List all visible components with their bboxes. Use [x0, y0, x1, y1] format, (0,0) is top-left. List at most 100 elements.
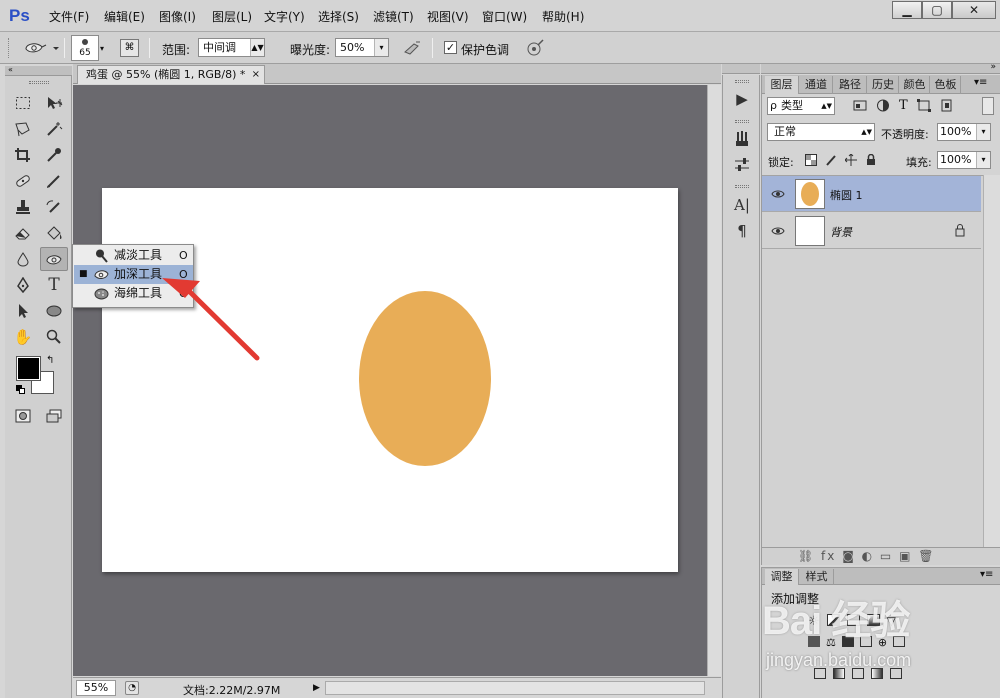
quick-mask-button[interactable] — [9, 404, 37, 428]
pen-tool[interactable] — [9, 273, 37, 297]
move-tool[interactable] — [40, 91, 68, 115]
vertical-scrollbar[interactable] — [707, 85, 721, 676]
menu-help[interactable]: 帮助(H) — [542, 8, 584, 25]
default-colors-icon[interactable] — [16, 385, 26, 395]
brush-size-picker[interactable]: 65 — [71, 35, 99, 61]
status-options-icon[interactable]: ◔ — [125, 681, 139, 695]
brush-tool[interactable] — [40, 169, 68, 193]
toolbox-collapse-icon[interactable]: « — [5, 66, 72, 76]
fill-input[interactable]: 100% ▾ — [937, 151, 991, 169]
visibility-eye-icon[interactable] — [771, 224, 785, 238]
visibility-eye-icon[interactable] — [771, 187, 785, 201]
type-filter-icon[interactable]: T — [899, 99, 908, 113]
strip-grip[interactable] — [735, 120, 749, 123]
strip-grip[interactable] — [735, 185, 749, 188]
layers-scrollbar[interactable] — [983, 175, 1000, 547]
adjustments-menu-icon[interactable]: ▾≡ — [980, 569, 993, 580]
burn-tool-preset-icon[interactable] — [22, 39, 62, 57]
tab-styles[interactable]: 样式 — [800, 569, 834, 585]
swap-colors-icon[interactable]: ↰ — [46, 355, 54, 366]
flyout-item-sponge[interactable]: 海绵工具 O — [74, 284, 193, 303]
path-selection-tool[interactable] — [9, 299, 37, 323]
status-menu-arrow-icon[interactable]: ▶ — [313, 680, 323, 696]
range-select[interactable]: 中间调 ▲▼ — [198, 38, 265, 57]
shape-filter-icon[interactable] — [916, 99, 931, 112]
magic-wand-tool[interactable] — [40, 117, 68, 141]
pixel-filter-icon[interactable] — [853, 99, 867, 112]
healing-brush-tool[interactable] — [9, 169, 37, 193]
tab-paths[interactable]: 路径 — [834, 76, 867, 94]
clone-stamp-tool[interactable] — [9, 195, 37, 219]
marquee-tool[interactable] — [9, 91, 37, 115]
lock-all-icon[interactable] — [865, 154, 877, 166]
toolbox-grip[interactable] — [29, 81, 49, 84]
exposure-input[interactable]: 50% ▾ — [335, 38, 389, 57]
burn-tool[interactable] — [40, 247, 68, 271]
eyedropper-tool[interactable] — [40, 143, 68, 167]
history-brush-tool[interactable] — [40, 195, 68, 219]
smart-object-filter-icon[interactable] — [940, 99, 954, 112]
brush-presets-button[interactable] — [730, 128, 754, 150]
pressure-size-icon[interactable] — [525, 39, 545, 57]
strip-grip[interactable] — [735, 80, 749, 83]
layer-row-background[interactable]: 背景 — [762, 213, 981, 249]
menu-window[interactable]: 窗口(W) — [482, 8, 527, 25]
hand-tool[interactable]: ✋ — [9, 325, 37, 349]
flyout-item-burn[interactable]: ■ 加深工具 O — [74, 265, 193, 284]
close-document-icon[interactable]: × — [252, 66, 260, 83]
menu-edit[interactable]: 编辑(E) — [104, 8, 145, 25]
menu-type[interactable]: 文字(Y) — [264, 8, 305, 25]
protect-tones-checkbox[interactable]: ✓ — [444, 41, 457, 54]
tab-history[interactable]: 历史 — [868, 76, 899, 94]
adjustment-filter-icon[interactable] — [876, 99, 890, 112]
crop-tool[interactable] — [9, 143, 37, 167]
blur-tool[interactable] — [9, 247, 37, 271]
panel-strip-header[interactable] — [722, 64, 760, 74]
menu-layer[interactable]: 图层(L) — [212, 8, 252, 25]
minimize-button[interactable]: ▁ — [892, 1, 922, 19]
document-tab[interactable]: 鸡蛋 @ 55% (椭圆 1, RGB/8) * × — [77, 65, 265, 84]
tab-adjustments[interactable]: 调整 — [765, 569, 799, 585]
tab-color[interactable]: 颜色 — [900, 76, 930, 94]
menu-filter[interactable]: 滤镜(T) — [373, 8, 414, 25]
menu-select[interactable]: 选择(S) — [318, 8, 359, 25]
document-workspace[interactable] — [73, 85, 707, 676]
maximize-button[interactable]: ▢ — [922, 1, 952, 19]
brush-picker-arrow-icon[interactable]: ▾ — [100, 44, 104, 53]
close-window-button[interactable]: ✕ — [952, 1, 996, 19]
screen-mode-button[interactable] — [40, 404, 68, 428]
character-panel-button[interactable]: A| — [730, 194, 754, 216]
layer-thumbnail[interactable] — [795, 216, 825, 246]
airbrush-icon[interactable] — [402, 40, 422, 56]
actions-panel-button[interactable]: ▶ — [730, 88, 754, 110]
layer-row-ellipse[interactable]: 椭圆 1 — [762, 176, 981, 212]
opacity-input[interactable]: 100% ▾ — [937, 123, 991, 141]
lasso-tool[interactable] — [9, 117, 37, 141]
menu-image[interactable]: 图像(I) — [159, 8, 196, 25]
egg-ellipse-shape[interactable] — [358, 290, 492, 467]
panel-collapse-icon[interactable]: » — [990, 62, 996, 72]
layer-actions-icons[interactable]: ⛓ fx ◙ ◐ ▭ ▣ 🗑 — [798, 549, 935, 563]
tab-layers[interactable]: 图层 — [765, 76, 799, 94]
horizontal-scrollbar[interactable] — [325, 681, 705, 695]
flyout-item-dodge[interactable]: 减淡工具 O — [74, 246, 193, 265]
menu-view[interactable]: 视图(V) — [427, 8, 469, 25]
lock-transparent-icon[interactable] — [805, 154, 817, 166]
lock-pixels-icon[interactable] — [825, 154, 837, 166]
filter-toggle-switch[interactable] — [982, 97, 994, 115]
tab-channels[interactable]: 通道 — [800, 76, 833, 94]
options-grip[interactable] — [8, 38, 10, 58]
menu-file[interactable]: 文件(F) — [49, 8, 89, 25]
blend-mode-select[interactable]: 正常 ▲▼ — [767, 123, 875, 141]
brush-panel-toggle[interactable]: ⌘ — [120, 39, 139, 57]
panel-menu-icon[interactable]: ▾≡ — [974, 77, 987, 88]
foreground-color-front[interactable] — [16, 356, 41, 381]
zoom-level-field[interactable]: 55% — [76, 680, 116, 696]
layer-filter-select[interactable]: ρ 类型 ▲▼ — [767, 97, 835, 115]
panel-dock-header[interactable]: » — [761, 62, 1000, 74]
zoom-tool[interactable] — [40, 325, 68, 349]
paint-bucket-tool[interactable] — [40, 221, 68, 245]
layer-thumbnail[interactable] — [795, 179, 825, 209]
type-tool[interactable]: T — [40, 273, 68, 297]
paragraph-panel-button[interactable]: ¶ — [730, 220, 754, 242]
